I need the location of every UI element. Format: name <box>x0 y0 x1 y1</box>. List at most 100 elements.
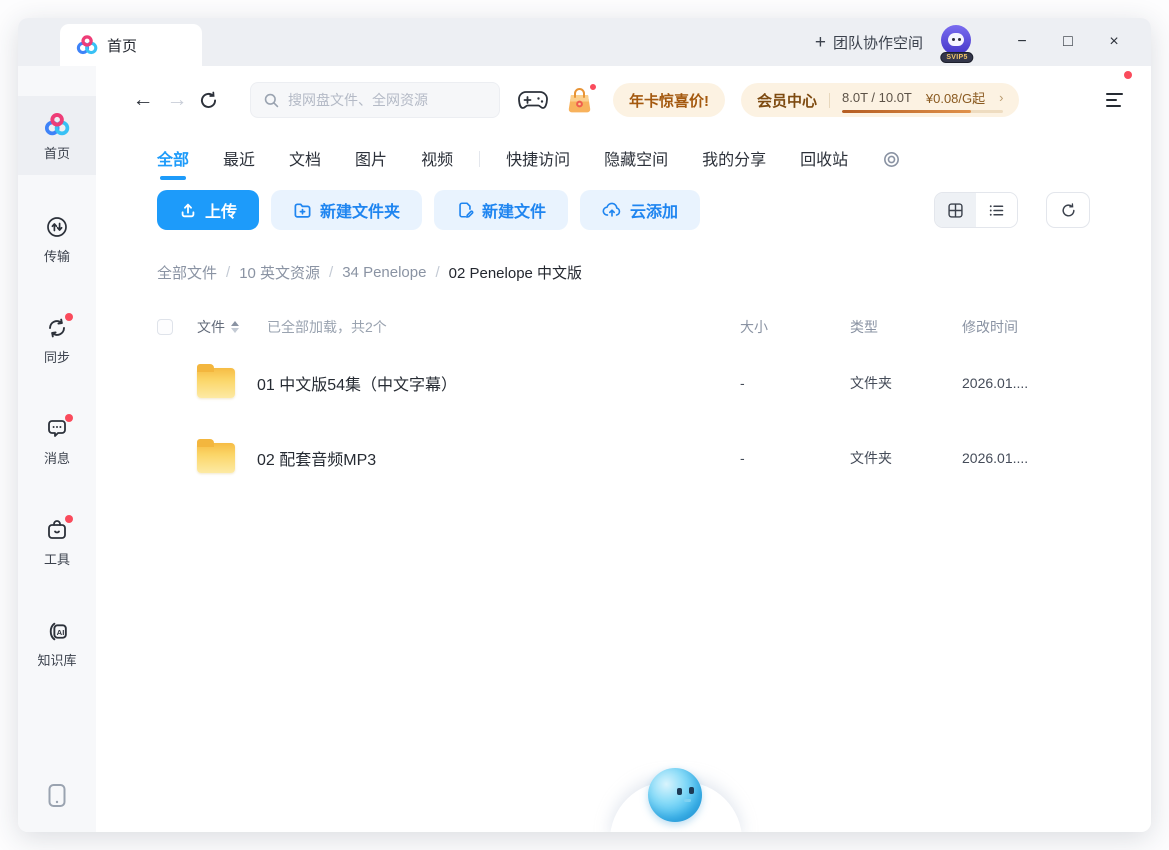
tab-home[interactable]: 首页 <box>60 24 202 66</box>
tab-quick-access[interactable]: 快捷访问 <box>506 146 570 180</box>
mobile-device-icon[interactable] <box>45 782 69 810</box>
search-box <box>250 82 500 118</box>
file-type: 文件夹 <box>850 448 962 468</box>
action-bar: 上传 新建文件夹 <box>157 190 1090 230</box>
new-folder-button[interactable]: 新建文件夹 <box>271 190 422 230</box>
sidebar-item-transfer[interactable]: 传输 <box>18 201 96 276</box>
upload-label: 上传 <box>205 198 237 222</box>
minimize-button[interactable]: − <box>999 18 1045 66</box>
annual-card-promo-button[interactable]: 年卡惊喜价! <box>613 83 725 117</box>
file-name[interactable]: 01 中文版54集（中文字幕） <box>257 371 740 395</box>
netdisk-logo-icon <box>44 111 70 137</box>
tab-recent[interactable]: 最近 <box>223 146 255 180</box>
breadcrumb-current: 02 Penelope 中文版 <box>449 262 582 283</box>
file-type: 文件夹 <box>850 373 962 393</box>
upload-icon <box>179 201 197 219</box>
sidebar-item-tools[interactable]: 工具 <box>18 504 96 579</box>
upload-button[interactable]: 上传 <box>157 190 259 230</box>
breadcrumb: 全部文件 / 10 英文资源 / 34 Penelope / 02 Penelo… <box>157 262 1090 283</box>
file-size: - <box>740 375 850 391</box>
ai-knowledge-icon: AI <box>44 618 70 644</box>
breadcrumb-separator: / <box>329 264 333 281</box>
browser-toolbar: ← → <box>126 80 1125 120</box>
folder-icon <box>197 368 235 398</box>
new-file-button[interactable]: 新建文件 <box>434 190 568 230</box>
sidebar-item-label: 消息 <box>44 448 70 467</box>
forward-button[interactable]: → <box>160 88 194 112</box>
new-folder-label: 新建文件夹 <box>320 198 400 222</box>
close-button[interactable]: × <box>1091 18 1137 66</box>
sidebar-item-messages[interactable]: 消息 <box>18 403 96 478</box>
sidebar-item-label: 首页 <box>44 143 70 162</box>
sidebar-item-home[interactable]: 首页 <box>18 96 96 175</box>
assistant-mascot[interactable] <box>610 770 742 832</box>
breadcrumb-separator: / <box>226 264 230 281</box>
sync-icon <box>44 315 70 341</box>
sidebar-item-sync[interactable]: 同步 <box>18 302 96 377</box>
storage-usage: 8.0T / 10.0T <box>842 90 912 105</box>
modified-column-header: 修改时间 <box>962 317 1090 337</box>
search-input[interactable] <box>288 92 487 108</box>
select-all-checkbox[interactable] <box>157 319 173 335</box>
file-size: - <box>740 450 850 466</box>
avatar[interactable]: SVIP5 <box>941 25 975 59</box>
message-icon <box>44 416 70 442</box>
file-modified: 2026.01.... <box>962 450 1090 466</box>
breadcrumb-separator: / <box>435 264 439 281</box>
folder-icon <box>197 443 235 473</box>
gift-bag-icon[interactable] <box>566 86 593 115</box>
cloud-add-label: 云添加 <box>630 198 678 222</box>
size-column-header: 大小 <box>740 317 850 337</box>
promo-label: 年卡惊喜价! <box>629 90 709 111</box>
tab-images[interactable]: 图片 <box>355 146 387 180</box>
sort-icon[interactable] <box>231 321 239 333</box>
search-icon <box>263 92 280 109</box>
name-column-header[interactable]: 文件 <box>197 317 225 337</box>
notification-dot <box>589 83 597 91</box>
file-name[interactable]: 02 配套音频MP3 <box>257 446 740 470</box>
divider <box>829 93 830 108</box>
file-list-header: 文件 已全部加载，共2个 大小 类型 修改时间 <box>157 309 1090 345</box>
customize-tabs-icon[interactable] <box>882 150 901 169</box>
game-center-icon[interactable] <box>518 87 548 113</box>
grid-view-button[interactable] <box>935 193 976 227</box>
breadcrumb-item[interactable]: 10 英文资源 <box>239 262 320 283</box>
team-space-label: 团队协作空间 <box>833 32 923 53</box>
back-button[interactable]: ← <box>126 88 160 112</box>
list-view-button[interactable] <box>976 193 1017 227</box>
maximize-button[interactable]: □ <box>1045 18 1091 66</box>
tab-documents[interactable]: 文档 <box>289 146 321 180</box>
titlebar-right: + 团队协作空间 SVIP5 − □ × <box>815 18 1151 66</box>
tab-recycle-bin[interactable]: 回收站 <box>800 146 848 180</box>
sidebar-item-label: 传输 <box>44 246 70 265</box>
transfer-icon <box>44 214 70 240</box>
tab-all[interactable]: 全部 <box>157 146 189 180</box>
new-file-icon <box>456 201 474 219</box>
team-space-button[interactable]: + 团队协作空间 <box>815 32 923 53</box>
screenshot-stage: 首页 + 团队协作空间 SVIP5 − □ × <box>0 0 1169 850</box>
new-folder-icon <box>293 201 312 220</box>
sidebar-item-label: 同步 <box>44 347 70 366</box>
breadcrumb-item[interactable]: 34 Penelope <box>342 264 426 281</box>
file-row[interactable]: 02 配套音频MP3 - 文件夹 2026.01.... <box>157 420 1090 495</box>
plus-icon: + <box>815 33 826 52</box>
file-row[interactable]: 01 中文版54集（中文字幕） - 文件夹 2026.01.... <box>157 345 1090 420</box>
tab-videos[interactable]: 视频 <box>421 146 453 180</box>
sidebar-item-knowledge[interactable]: AI 知识库 <box>18 605 96 680</box>
toolbox-icon <box>44 517 70 543</box>
avatar-image <box>941 25 971 55</box>
tab-hidden-space[interactable]: 隐藏空间 <box>604 146 668 180</box>
page-refresh-button[interactable] <box>198 90 238 111</box>
breadcrumb-item[interactable]: 全部文件 <box>157 262 217 283</box>
list-refresh-button[interactable] <box>1046 192 1090 228</box>
member-center-button[interactable]: 会员中心 8.0T / 10.0T ¥0.08/G起 › <box>741 83 1019 117</box>
main-area: 首页 传输 <box>18 66 1151 832</box>
loaded-status: 已全部加载，共2个 <box>267 317 387 337</box>
cloud-add-button[interactable]: 云添加 <box>580 190 700 230</box>
tab-my-shares[interactable]: 我的分享 <box>702 146 766 180</box>
tab-title: 首页 <box>107 35 137 56</box>
menu-icon[interactable] <box>1104 85 1125 114</box>
new-file-label: 新建文件 <box>482 198 546 222</box>
mascot-bubble-icon <box>648 768 702 822</box>
titlebar: 首页 + 团队协作空间 SVIP5 − □ × <box>18 18 1151 66</box>
